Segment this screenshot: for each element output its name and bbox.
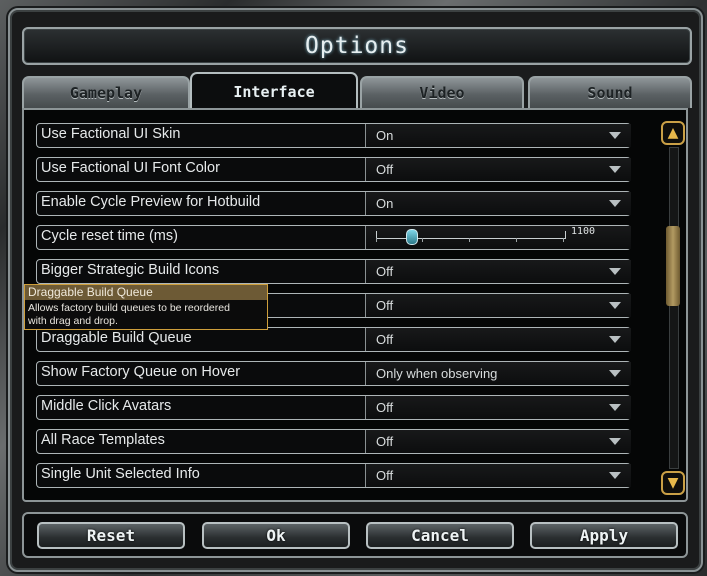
dropdown-value: Off [376,400,394,415]
tab-video[interactable]: Video [360,76,524,108]
setting-row-bigger-strategic-icons: Bigger Strategic Build Icons Off [36,259,631,284]
chevron-down-icon [609,370,621,377]
dropdown-value: Off [376,162,394,177]
setting-row-draggable-build-queue: Draggable Build Queue Off [36,327,631,352]
setting-dropdown[interactable]: Off [365,430,631,453]
cancel-button[interactable]: Cancel [366,522,514,549]
tab-strip: Gameplay Interface Video Sound [22,72,692,110]
setting-label: Use Factional UI Skin [41,126,181,142]
scroll-track[interactable] [669,147,679,469]
reset-button[interactable]: Reset [37,522,185,549]
dialog-title: Options [305,33,409,59]
setting-dropdown[interactable]: Off [365,158,631,181]
apply-button[interactable]: Apply [530,522,678,549]
chevron-down-icon [609,472,621,479]
setting-label: All Race Templates [41,432,165,448]
setting-slider[interactable]: 1100 [365,226,631,249]
tab-sound[interactable]: Sound [528,76,692,108]
chevron-down-icon [609,404,621,411]
chevron-down-icon [609,268,621,275]
tooltip: Draggable Build Queue Allows factory bui… [24,284,268,330]
chevron-down-icon [609,438,621,445]
setting-dropdown[interactable]: Off [365,328,631,351]
dropdown-value: Off [376,468,394,483]
slider-value: 1100 [571,226,596,237]
setting-label: Show Factory Queue on Hover [41,364,241,380]
setting-label: Bigger Strategic Build Icons [41,262,220,278]
setting-dropdown[interactable]: On [365,124,631,147]
dropdown-value: Off [376,332,394,347]
settings-scrollbar[interactable]: ▲ ▼ [661,121,685,495]
chevron-up-icon: ▲ [667,125,679,141]
setting-row-single-unit-info: Single Unit Selected Info Off [36,463,631,488]
setting-row-factional-ui-font-color: Use Factional UI Font Color Off [36,157,631,182]
chevron-down-icon [609,336,621,343]
setting-label: Enable Cycle Preview for Hotbuild [41,194,261,210]
ok-button[interactable]: Ok [202,522,350,549]
setting-label: Draggable Build Queue [41,330,192,346]
dropdown-value: On [376,128,394,143]
setting-row-factory-queue-hover: Show Factory Queue on Hover Only when ob… [36,361,631,386]
chevron-down-icon [609,302,621,309]
title-bar: Options [22,27,692,65]
chevron-down-icon: ▼ [667,475,679,491]
tooltip-body-line: Allows factory build queues to be reorde… [28,302,230,314]
scroll-down-button[interactable]: ▼ [661,471,685,495]
setting-label: Use Factional UI Font Color [41,160,220,176]
slider-tick [469,238,470,242]
tooltip-body-line: with drag and drop. [28,315,118,327]
setting-dropdown[interactable]: Off [365,294,631,317]
chevron-down-icon [609,132,621,139]
setting-label: Cycle reset time (ms) [41,228,178,244]
slider-track[interactable] [376,231,566,239]
setting-dropdown[interactable]: On [365,192,631,215]
setting-row-factional-ui-skin: Use Factional UI Skin On [36,123,631,148]
setting-dropdown[interactable]: Only when observing [365,362,631,385]
setting-label: Single Unit Selected Info [41,466,200,482]
tooltip-title: Draggable Build Queue [25,285,267,300]
setting-row-all-race-templates: All Race Templates Off [36,429,631,454]
dropdown-value: On [376,196,394,211]
setting-row-middle-click-avatars: Middle Click Avatars Off [36,395,631,420]
scroll-up-button[interactable]: ▲ [661,121,685,145]
chevron-down-icon [609,200,621,207]
scroll-thumb[interactable] [666,226,680,307]
slider-thumb[interactable] [406,229,418,245]
setting-dropdown[interactable]: Off [365,260,631,283]
dropdown-value: Off [376,264,394,279]
setting-dropdown[interactable]: Off [365,464,631,487]
setting-label: Middle Click Avatars [41,398,172,414]
slider-tick [516,238,517,242]
dropdown-value: Off [376,298,394,313]
setting-row-cycle-preview: Enable Cycle Preview for Hotbuild On [36,191,631,216]
slider-tick [376,238,377,242]
dropdown-value: Off [376,434,394,449]
setting-row-cycle-reset-time: Cycle reset time (ms) 1100 [36,225,631,250]
dropdown-value: Only when observing [376,366,498,381]
slider-tick [563,238,564,242]
setting-dropdown[interactable]: Off [365,396,631,419]
tab-gameplay[interactable]: Gameplay [22,76,190,108]
slider-tick [422,238,423,242]
chevron-down-icon [609,166,621,173]
tooltip-body: Allows factory build queues to be reorde… [25,300,267,330]
tab-interface[interactable]: Interface [190,72,358,110]
